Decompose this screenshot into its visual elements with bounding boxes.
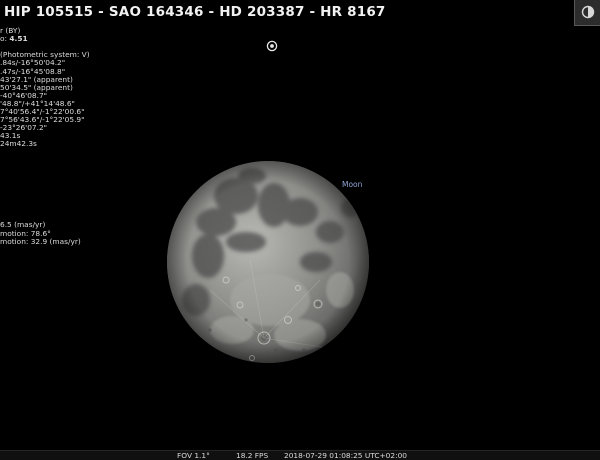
status-bar: FOV 1.1° 18.2 FPS 2018-07-29 01:08:25 UT…	[0, 450, 600, 460]
magnitude-value: 4.51	[9, 34, 28, 44]
fps-readout: 18.2 FPS	[236, 451, 269, 460]
target-reticle-icon[interactable]	[266, 37, 278, 52]
sky-view[interactable]	[0, 0, 600, 460]
datetime-readout[interactable]: 2018-07-29 01:08:25 UTC+02:00	[284, 451, 407, 460]
info-line: motion: 32.9 (mas/yr)	[0, 236, 81, 246]
window-toggle-button[interactable]	[574, 0, 600, 26]
window-toggle-icon	[581, 5, 595, 19]
info-line: 24m42.3s	[0, 139, 37, 149]
object-title: HIP 105515 - SAO 164346 - HD 203387 - HR…	[4, 4, 386, 20]
moon[interactable]	[167, 161, 369, 363]
moon-label[interactable]: Moon	[342, 180, 362, 189]
info-line: o: 4.51	[0, 34, 28, 44]
fov-readout: FOV 1.1°	[177, 451, 210, 460]
